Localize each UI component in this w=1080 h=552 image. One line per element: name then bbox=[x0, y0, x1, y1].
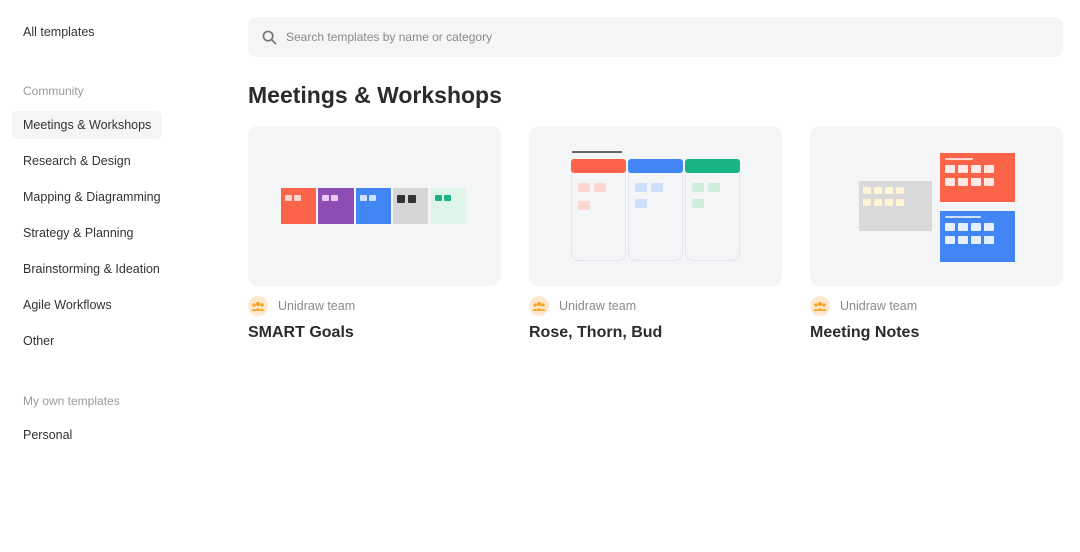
sidebar-item-brainstorming-ideation[interactable]: Brainstorming & Ideation bbox=[12, 255, 171, 283]
thumbnail-header-green bbox=[685, 159, 740, 173]
sidebar-item-agile-workflows[interactable]: Agile Workflows bbox=[12, 291, 123, 319]
thumbnail-column-purple bbox=[318, 188, 354, 224]
template-thumbnail bbox=[810, 126, 1063, 286]
team-avatar-icon bbox=[529, 296, 549, 316]
thumbnail-column-rose bbox=[571, 173, 626, 261]
thumbnail-blue-board bbox=[940, 211, 1015, 262]
thumbnail-column-bud bbox=[685, 173, 740, 261]
section-title: Meetings & Workshops bbox=[248, 82, 502, 108]
author-name: Unidraw team bbox=[559, 299, 637, 313]
thumbnail-column-red bbox=[281, 188, 316, 224]
template-card-rose-thorn-bud[interactable]: Unidraw team Rose, Thorn, Bud bbox=[529, 126, 782, 356]
thumbnail-gray-board bbox=[859, 181, 932, 231]
card-author: Unidraw team bbox=[248, 296, 355, 316]
thumbnail-column-green bbox=[431, 188, 466, 224]
card-title[interactable]: Rose, Thorn, Bud bbox=[529, 324, 662, 342]
team-avatar-icon bbox=[810, 296, 830, 316]
card-title[interactable]: SMART Goals bbox=[248, 324, 354, 342]
sidebar-item-all-templates[interactable]: All templates bbox=[12, 18, 106, 46]
thumbnail-heading-line bbox=[572, 151, 622, 153]
thumbnail-column-gray bbox=[393, 188, 428, 224]
sidebar: All templates Community Meetings & Works… bbox=[0, 0, 230, 552]
author-name: Unidraw team bbox=[278, 299, 356, 313]
template-thumbnail bbox=[529, 126, 782, 286]
search-input[interactable] bbox=[286, 30, 1046, 44]
author-name: Unidraw team bbox=[840, 299, 918, 313]
sidebar-heading-community: Community bbox=[23, 84, 84, 98]
thumbnail-red-board bbox=[940, 153, 1015, 202]
thumbnail-header-red bbox=[571, 159, 626, 173]
team-avatar-icon bbox=[248, 296, 268, 316]
thumbnail-column-blue bbox=[356, 188, 391, 224]
search-bar[interactable] bbox=[248, 17, 1063, 57]
thumbnail-column-thorn bbox=[628, 173, 683, 261]
sidebar-item-meetings-workshops[interactable]: Meetings & Workshops bbox=[12, 111, 163, 139]
sidebar-item-research-design[interactable]: Research & Design bbox=[12, 147, 142, 175]
card-author: Unidraw team bbox=[810, 296, 917, 316]
card-author: Unidraw team bbox=[529, 296, 636, 316]
sidebar-item-other[interactable]: Other bbox=[12, 327, 65, 355]
sidebar-item-strategy-planning[interactable]: Strategy & Planning bbox=[12, 219, 145, 247]
sidebar-item-personal[interactable]: Personal bbox=[12, 421, 83, 449]
template-card-meeting-notes[interactable]: Unidraw team Meeting Notes bbox=[810, 126, 1063, 356]
sidebar-item-mapping-diagramming[interactable]: Mapping & Diagramming bbox=[12, 183, 172, 211]
card-title[interactable]: Meeting Notes bbox=[810, 324, 919, 342]
thumbnail-header-blue bbox=[628, 159, 683, 173]
search-icon bbox=[260, 28, 278, 46]
sidebar-heading-own-templates: My own templates bbox=[23, 394, 120, 408]
template-card-smart-goals[interactable]: Unidraw team SMART Goals bbox=[248, 126, 501, 356]
template-thumbnail bbox=[248, 126, 501, 286]
